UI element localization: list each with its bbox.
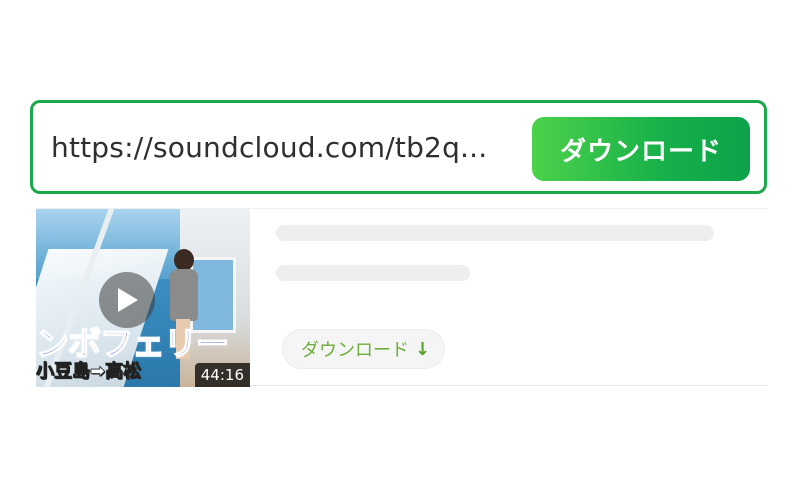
download-button[interactable]: ダウンロード	[532, 117, 750, 181]
video-thumbnail[interactable]: ンボフェリー 小豆島➡高松 44:16	[36, 209, 250, 387]
thumbnail-caption-sub: 小豆島➡高松	[36, 361, 142, 383]
page: https://soundcloud.com/tb2q... ダウンロード ンボ…	[0, 0, 800, 490]
url-search-bar: https://soundcloud.com/tb2q... ダウンロード	[30, 100, 767, 194]
duration-badge: 44:16	[194, 363, 250, 387]
person-head	[174, 249, 194, 271]
card-download-label: ダウンロード	[301, 340, 409, 361]
url-input[interactable]: https://soundcloud.com/tb2q...	[51, 125, 521, 171]
arrow-down-icon: ↓	[415, 338, 431, 360]
result-card: ンボフェリー 小豆島➡高松 44:16 ダウンロード ↓	[36, 208, 768, 387]
card-download-button[interactable]: ダウンロード ↓	[282, 329, 446, 369]
play-triangle	[118, 288, 138, 312]
subtitle-placeholder	[276, 265, 470, 281]
person-body	[170, 269, 198, 321]
title-placeholder	[276, 225, 714, 241]
